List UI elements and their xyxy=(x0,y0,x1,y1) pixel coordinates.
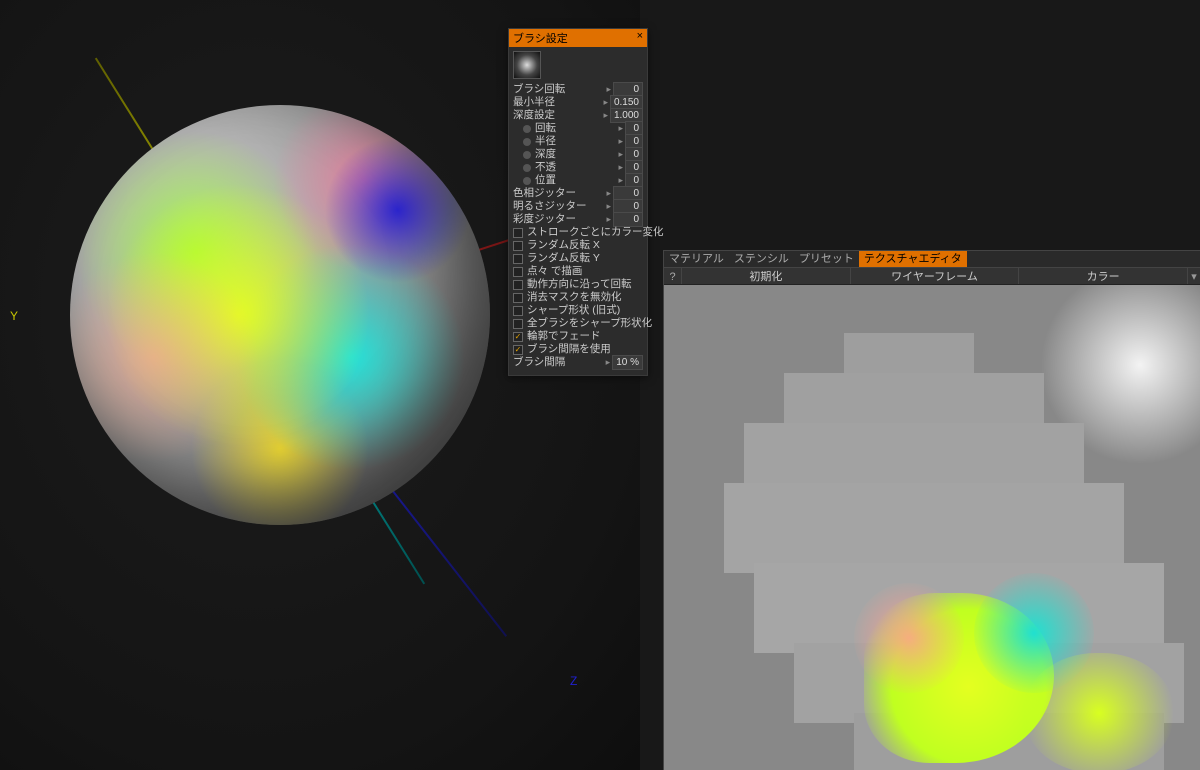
chevron-right-icon: ▸ xyxy=(604,213,613,226)
checkbox-icon[interactable] xyxy=(513,332,523,342)
texture-toolbar: ? 初期化 ワイヤーフレーム カラー ▾ xyxy=(664,267,1200,285)
chevron-down-icon[interactable]: ▾ xyxy=(1188,268,1200,284)
brush-spacing-row[interactable]: ブラシ間隔▸ 10 % xyxy=(513,356,643,369)
chevron-right-icon: ▸ xyxy=(601,109,610,122)
chevron-right-icon: ▸ xyxy=(616,122,625,135)
cb-sharp-legacy[interactable]: シャープ形状 (旧式) xyxy=(513,304,643,317)
close-icon[interactable]: × xyxy=(637,30,643,46)
brush-alpha-swatch[interactable] xyxy=(513,51,541,79)
tab-stencil[interactable]: ステンシル xyxy=(729,251,794,267)
cb-sharp-legacy-label: シャープ形状 (旧式) xyxy=(527,304,643,317)
cb-sharp-all[interactable]: 全ブラシをシャープ形状化 xyxy=(513,317,643,330)
chevron-right-icon: ▸ xyxy=(604,187,613,200)
cb-flip-y[interactable]: ランダム反転 Y xyxy=(513,252,643,265)
cb-dots[interactable]: 点々 で描画 xyxy=(513,265,643,278)
sat-jitter-value[interactable]: 0 xyxy=(613,212,643,227)
chevron-right-icon: ▸ xyxy=(601,96,610,109)
depth-setting-label: 深度設定 xyxy=(513,109,601,122)
sat-jitter-label: 彩度ジッター xyxy=(513,213,604,226)
jitter-rot-row[interactable]: 回転▸ 0 xyxy=(513,122,643,135)
chevron-right-icon: ▸ xyxy=(604,356,613,369)
checkbox-icon[interactable] xyxy=(513,267,523,277)
brush-settings-panel[interactable]: ブラシ設定 × ブラシ回転▸ 0 最小半径▸ 0.150 深度設定▸ 1.000… xyxy=(508,28,648,376)
checkbox-icon[interactable] xyxy=(513,280,523,290)
cb-edge-fade[interactable]: 輪郭でフェード xyxy=(513,330,643,343)
brush-panel-title-text: ブラシ設定 xyxy=(513,30,568,46)
jitter-rot-label: 回転 xyxy=(535,122,616,135)
cb-follow[interactable]: 動作方向に沿って回転 xyxy=(513,278,643,291)
jitter-dep-row[interactable]: 深度▸ 0 xyxy=(513,148,643,161)
jitter-toggle-icon[interactable] xyxy=(523,138,531,146)
cb-edge-fade-label: 輪郭でフェード xyxy=(527,330,643,343)
jitter-rad-label: 半径 xyxy=(535,135,616,148)
cb-sharp-all-label: 全ブラシをシャープ形状化 xyxy=(527,317,652,330)
jitter-opa-label: 不透 xyxy=(535,161,616,174)
chevron-right-icon: ▸ xyxy=(616,135,625,148)
jitter-toggle-icon[interactable] xyxy=(523,164,531,172)
jitter-toggle-icon[interactable] xyxy=(523,177,531,185)
checkbox-icon[interactable] xyxy=(513,254,523,264)
chevron-right-icon: ▸ xyxy=(616,148,625,161)
hue-jitter-label: 色相ジッター xyxy=(513,187,604,200)
cb-dots-label: 点々 で描画 xyxy=(527,265,643,278)
color-button[interactable]: カラー xyxy=(1019,268,1188,284)
wireframe-button[interactable]: ワイヤーフレーム xyxy=(851,268,1020,284)
axis-label-z: Z xyxy=(570,674,577,688)
checkbox-icon[interactable] xyxy=(513,241,523,251)
painted-texture xyxy=(724,333,1184,770)
checkbox-icon[interactable] xyxy=(513,345,523,355)
checkbox-icon[interactable] xyxy=(513,293,523,303)
cb-flip-x[interactable]: ランダム反転 X xyxy=(513,239,643,252)
axis-label-y: Y xyxy=(10,309,18,323)
jitter-pos-label: 位置 xyxy=(535,174,616,187)
chevron-right-icon: ▸ xyxy=(604,200,613,213)
jitter-rad-row[interactable]: 半径▸ 0 xyxy=(513,135,643,148)
checkbox-icon[interactable] xyxy=(513,228,523,238)
cb-stroke-color[interactable]: ストロークごとにカラー変化 xyxy=(513,226,643,239)
light-jitter-label: 明るさジッター xyxy=(513,200,604,213)
cb-follow-label: 動作方向に沿って回転 xyxy=(527,278,643,291)
tab-preset[interactable]: プリセット xyxy=(794,251,859,267)
jitter-opa-row[interactable]: 不透▸ 0 xyxy=(513,161,643,174)
texture-editor-panel[interactable]: マテリアル ステンシル プリセット テクスチャエディタ ? 初期化 ワイヤーフレ… xyxy=(663,250,1200,770)
checkbox-icon[interactable] xyxy=(513,306,523,316)
brush-rotation-label: ブラシ回転 xyxy=(513,83,604,96)
cb-disable-erase[interactable]: 消去マスクを無効化 xyxy=(513,291,643,304)
init-button[interactable]: 初期化 xyxy=(682,268,851,284)
jitter-dep-label: 深度 xyxy=(535,148,616,161)
cb-flip-x-label: ランダム反転 X xyxy=(527,239,643,252)
tab-texture-editor[interactable]: テクスチャエディタ xyxy=(859,251,967,267)
help-button[interactable]: ? xyxy=(664,268,682,284)
texture-tabs: マテリアル ステンシル プリセット テクスチャエディタ xyxy=(664,251,1200,267)
chevron-right-icon: ▸ xyxy=(616,161,625,174)
jitter-toggle-icon[interactable] xyxy=(523,151,531,159)
sat-jitter-row[interactable]: 彩度ジッター▸ 0 xyxy=(513,213,643,226)
viewport-sphere[interactable] xyxy=(70,105,490,525)
brush-spacing-value[interactable]: 10 % xyxy=(612,355,643,370)
brush-spacing-label: ブラシ間隔 xyxy=(513,356,604,369)
checkbox-icon[interactable] xyxy=(513,319,523,329)
cb-flip-y-label: ランダム反転 Y xyxy=(527,252,643,265)
depth-setting-row[interactable]: 深度設定▸ 1.000 xyxy=(513,109,643,122)
jitter-toggle-icon[interactable] xyxy=(523,125,531,133)
min-radius-label: 最小半径 xyxy=(513,96,601,109)
cb-stroke-color-label: ストロークごとにカラー変化 xyxy=(527,226,664,239)
brush-panel-title[interactable]: ブラシ設定 × xyxy=(509,29,647,47)
texture-canvas[interactable] xyxy=(664,285,1200,770)
cb-disable-erase-label: 消去マスクを無効化 xyxy=(527,291,643,304)
tab-material[interactable]: マテリアル xyxy=(664,251,729,267)
